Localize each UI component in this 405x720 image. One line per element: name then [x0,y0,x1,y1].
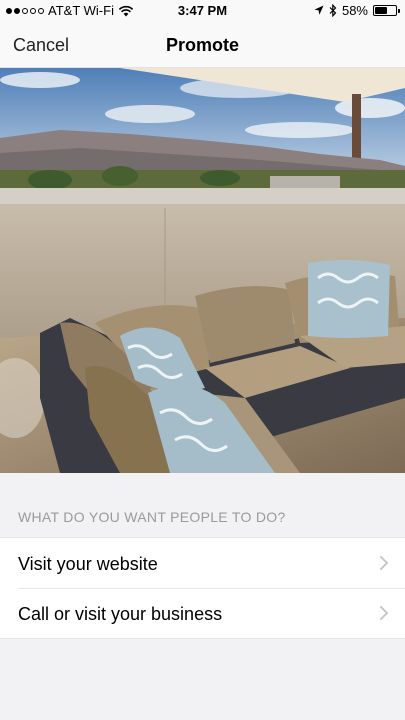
cancel-button[interactable]: Cancel [13,35,69,56]
status-right: 58% [314,3,400,18]
location-arrow-icon [314,5,324,15]
action-prompt-header: WHAT DO YOU WANT PEOPLE TO DO? [0,473,405,537]
row-divider [18,588,405,589]
battery-percent: 58% [341,3,368,18]
visit-website-option[interactable]: Visit your website [0,537,405,588]
call-or-visit-business-label: Call or visit your business [18,604,223,624]
battery-icon [373,5,400,16]
call-or-visit-business-option[interactable]: Call or visit your business [0,588,405,639]
post-photo [0,68,405,473]
battery-level [375,7,387,14]
chevron-right-icon [380,606,388,620]
navigation-bar: Cancel Promote [0,22,405,68]
chevron-right-icon [380,556,388,570]
action-prompt-text: WHAT DO YOU WANT PEOPLE TO DO? [18,509,286,525]
bluetooth-icon [329,4,337,17]
visit-website-label: Visit your website [18,554,158,574]
status-bar: AT&T Wi-Fi 3:47 PM 58% [0,0,405,22]
